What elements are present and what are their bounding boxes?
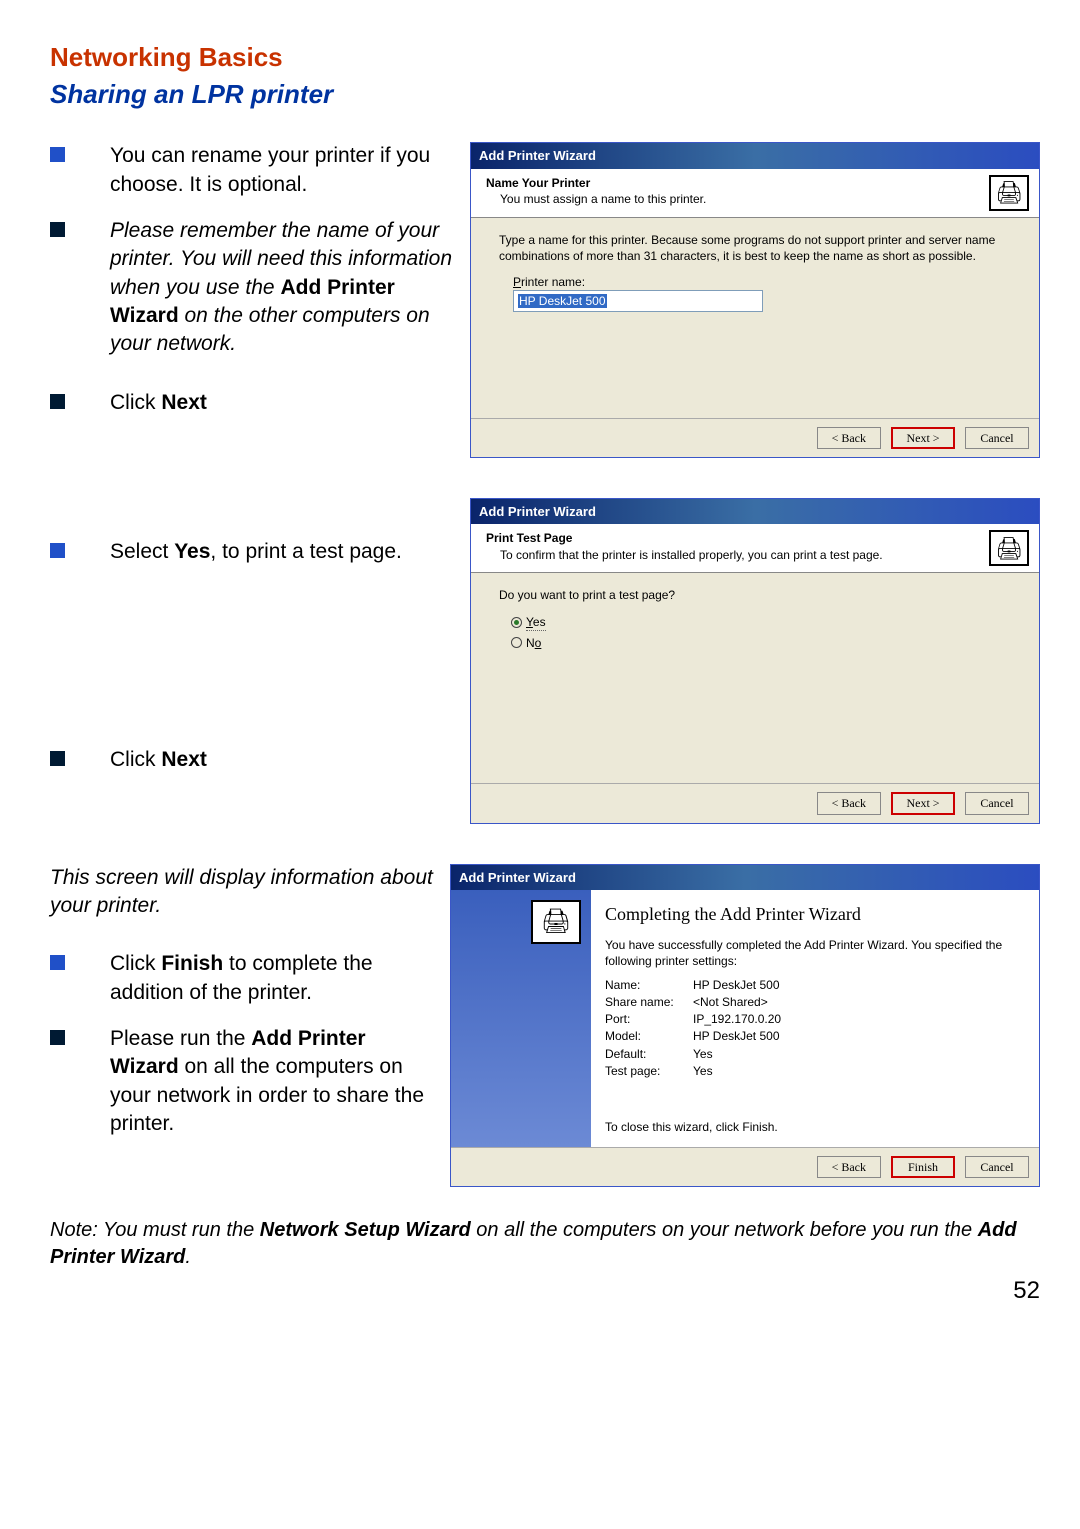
setting-val: <Not Shared> — [693, 994, 768, 1010]
setting-key: Share name: — [605, 994, 693, 1010]
wizard-test-page: Add Printer Wizard Print Test Page To co… — [470, 498, 1040, 824]
page-subheading: Sharing an LPR printer — [50, 77, 1040, 112]
completing-sub: You have successfully completed the Add … — [605, 937, 1025, 969]
instruction-text: Select Yes, to print a test page. — [110, 538, 402, 566]
setting-key: Model: — [605, 1028, 693, 1044]
bullet-icon — [50, 543, 65, 558]
instruction-text: Please remember the name of your printer… — [110, 217, 460, 359]
wizard-side-graphic: 🖨 — [451, 890, 591, 1147]
back-button[interactable]: < Back — [817, 792, 881, 814]
next-button[interactable]: Next > — [891, 427, 955, 449]
radio-no[interactable]: No — [499, 635, 1021, 651]
printer-icon: 🖨 — [531, 900, 581, 944]
bullet-icon — [50, 751, 65, 766]
finish-button[interactable]: Finish — [891, 1156, 955, 1178]
instruction-text: Click Finish to complete the addition of… — [110, 950, 440, 1007]
setting-key: Port: — [605, 1011, 693, 1027]
setting-val: HP DeskJet 500 — [693, 977, 780, 993]
instruction-text: Click Next — [110, 746, 207, 774]
next-button[interactable]: Next > — [891, 792, 955, 814]
wizard-header-sub: To confirm that the printer is installed… — [500, 547, 989, 563]
instruction-text: Click Next — [110, 389, 207, 417]
setting-val: IP_192.170.0.20 — [693, 1011, 781, 1027]
radio-yes[interactable]: Yes — [499, 614, 1021, 631]
footnote: Note: You must run the Network Setup Wiz… — [50, 1217, 1040, 1271]
setting-key: Test page: — [605, 1063, 693, 1079]
field-label: Printer name: — [513, 274, 1021, 290]
printer-icon: 🖨 — [989, 175, 1029, 211]
back-button[interactable]: < Back — [817, 427, 881, 449]
bullet-icon — [50, 147, 65, 162]
wizard-titlebar: Add Printer Wizard — [471, 499, 1039, 525]
cancel-button[interactable]: Cancel — [965, 792, 1029, 814]
setting-val: HP DeskJet 500 — [693, 1028, 780, 1044]
setting-key: Name: — [605, 977, 693, 993]
setting-val: Yes — [693, 1063, 713, 1079]
setting-val: Yes — [693, 1046, 713, 1062]
question-text: Do you want to print a test page? — [499, 587, 1021, 603]
back-button[interactable]: < Back — [817, 1156, 881, 1178]
completing-title: Completing the Add Printer Wizard — [605, 902, 1025, 926]
instruction-text: Please run the Add Printer Wizard on all… — [110, 1025, 440, 1138]
printer-name-input[interactable]: HP DeskJet 500 — [513, 290, 763, 312]
page-number: 52 — [50, 1275, 1040, 1307]
close-text: To close this wizard, click Finish. — [605, 1119, 1025, 1135]
printer-icon: 🖨 — [989, 530, 1029, 566]
page-heading: Networking Basics — [50, 40, 1040, 75]
bullet-icon — [50, 394, 65, 409]
bullet-icon — [50, 955, 65, 970]
wizard-completing: Add Printer Wizard 🖨 Completing the Add … — [450, 864, 1040, 1188]
cancel-button[interactable]: Cancel — [965, 1156, 1029, 1178]
wizard-name-printer: Add Printer Wizard Name Your Printer You… — [470, 142, 1040, 458]
wizard-header-sub: You must assign a name to this printer. — [500, 191, 989, 207]
wizard-header-title: Name Your Printer — [486, 175, 989, 191]
bullet-icon — [50, 222, 65, 237]
cancel-button[interactable]: Cancel — [965, 427, 1029, 449]
wizard-titlebar: Add Printer Wizard — [471, 143, 1039, 169]
bullet-icon — [50, 1030, 65, 1045]
wizard-titlebar: Add Printer Wizard — [451, 865, 1039, 891]
wizard-header-title: Print Test Page — [486, 530, 989, 546]
wizard-body-text: Type a name for this printer. Because so… — [499, 232, 1021, 264]
intro-text: This screen will display information abo… — [50, 864, 440, 921]
instruction-text: You can rename your printer if you choos… — [110, 142, 460, 199]
setting-key: Default: — [605, 1046, 693, 1062]
